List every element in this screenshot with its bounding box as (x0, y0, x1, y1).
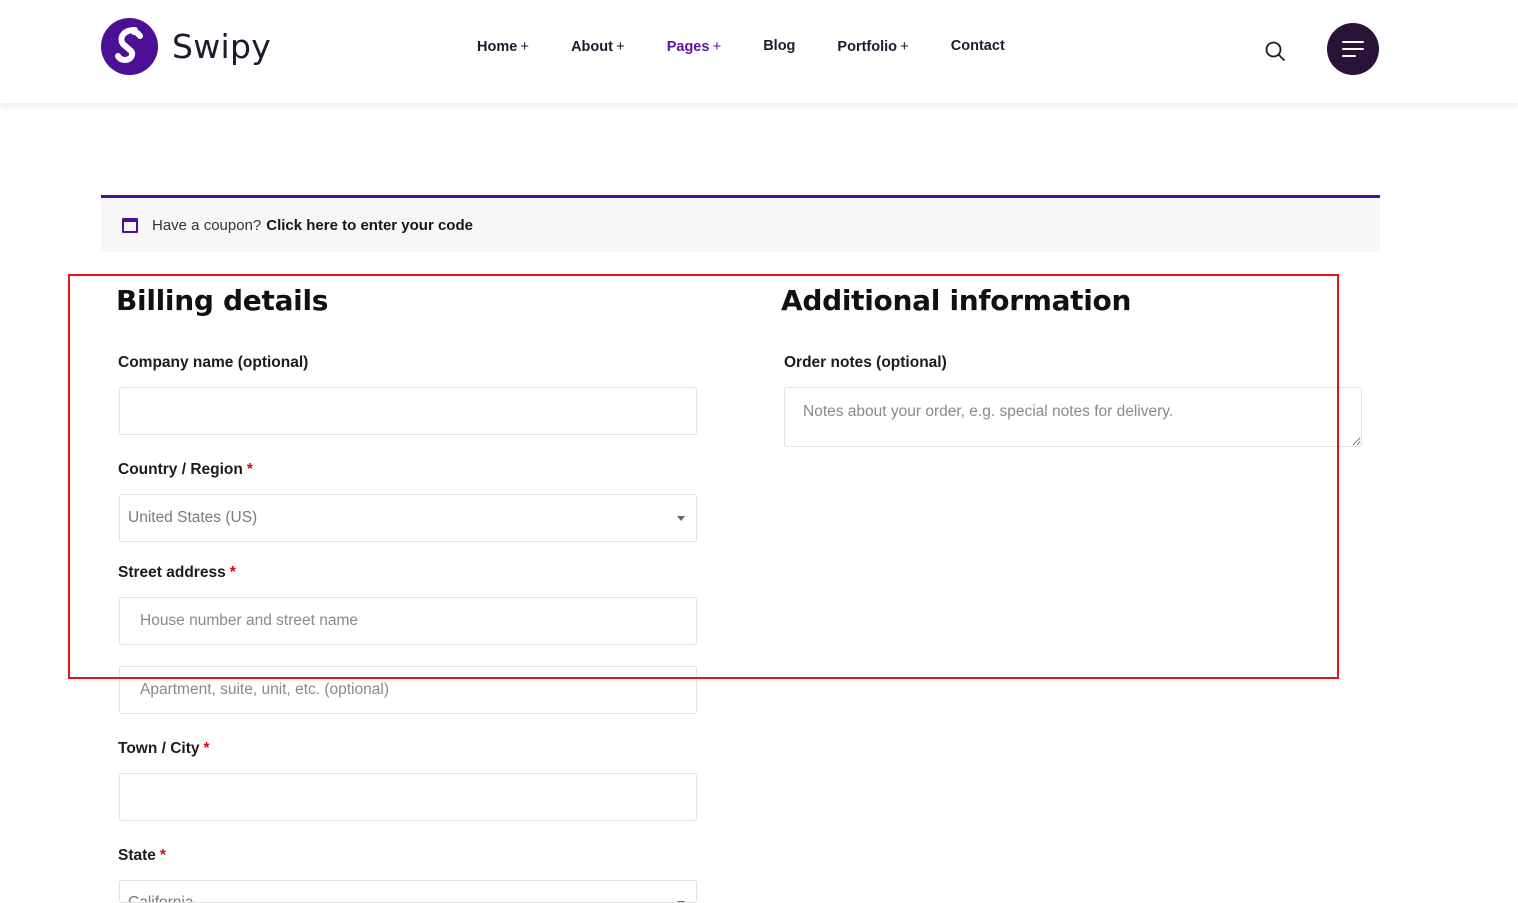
order-notes-label-text: Order notes (optional) (784, 354, 947, 371)
company-label-text: Company name (optional) (118, 354, 309, 371)
street-address-2-input[interactable] (119, 666, 697, 714)
main-nav: Home + About + Pages + Blog Portfolio + Cont… (477, 38, 1047, 55)
plus-icon: + (900, 38, 909, 55)
company-input[interactable] (119, 387, 697, 435)
plus-icon: + (712, 38, 722, 55)
nav-pages[interactable]: Pages + (667, 38, 722, 55)
state-select-value: California (128, 894, 194, 903)
nav-about-label: About (571, 39, 613, 55)
hamburger-menu-icon (1342, 55, 1356, 57)
brand-logo[interactable]: Swipy (101, 18, 271, 75)
street-address-input[interactable] (119, 597, 697, 645)
chevron-down-icon (677, 516, 685, 521)
coupon-window-icon (122, 217, 138, 233)
hamburger-menu-icon (1342, 48, 1364, 50)
required-mark: * (246, 461, 253, 478)
country-select[interactable]: United States (US) (119, 494, 697, 542)
coupon-link[interactable]: Click here to enter your code (266, 217, 473, 234)
nav-portfolio[interactable]: Portfolio + (837, 38, 908, 55)
nav-blog-label: Blog (763, 38, 796, 54)
street-label: Street address * (118, 564, 236, 582)
search-icon[interactable] (1263, 39, 1287, 63)
state-label: State * (118, 847, 166, 865)
state-select[interactable]: California (119, 880, 697, 903)
required-mark: * (203, 740, 210, 757)
order-notes-textarea[interactable] (784, 387, 1362, 447)
nav-about[interactable]: About + (571, 38, 625, 55)
country-label-text: Country / Region (118, 461, 243, 478)
nav-blog[interactable]: Blog (763, 38, 795, 55)
nav-pages-label: Pages (666, 39, 710, 55)
nav-home-label: Home (477, 39, 518, 55)
company-label: Company name (optional) (118, 354, 308, 372)
billing-title: Billing details (116, 284, 329, 317)
nav-contact-label: Contact (950, 38, 1005, 54)
coupon-text: Have a coupon? (152, 216, 262, 234)
country-label: Country / Region * (118, 461, 253, 479)
order-notes-label: Order notes (optional) (784, 354, 947, 372)
plus-icon: + (520, 38, 530, 55)
nav-portfolio-label: Portfolio (837, 39, 898, 55)
required-mark: * (229, 564, 236, 581)
state-label-text: State (118, 847, 156, 864)
brand-name: Swipy (172, 27, 272, 66)
menu-button[interactable] (1327, 23, 1379, 75)
nav-home[interactable]: Home + (477, 38, 529, 55)
hamburger-menu-icon (1342, 41, 1364, 43)
additional-info-title: Additional information (781, 284, 1132, 317)
swipy-logo-icon (101, 18, 158, 75)
street-label-text: Street address (118, 564, 226, 581)
city-input[interactable] (119, 773, 697, 821)
coupon-notice: Have a coupon? Click here to enter your … (101, 195, 1380, 252)
country-select-value: United States (US) (128, 509, 258, 526)
nav-contact[interactable]: Contact (951, 38, 1005, 55)
site-header: Swipy Home + About + Pages + Blog Portfolio… (0, 0, 1518, 103)
city-label: Town / City * (118, 740, 210, 758)
required-mark: * (159, 847, 166, 864)
city-label-text: Town / City (118, 740, 200, 757)
plus-icon: + (615, 38, 625, 55)
